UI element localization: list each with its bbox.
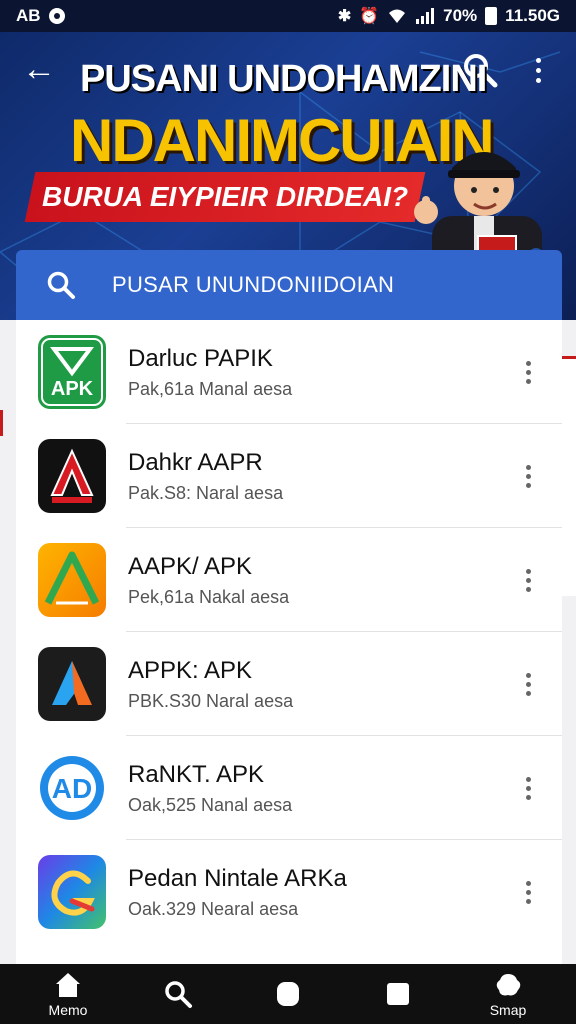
app-title: AAPK/ APK [128,552,253,580]
app-subtitle: Pak.S8: Naral aesa [128,482,284,503]
list-item-text: Dahkr AAPR Pak.S8: Naral aesa [128,449,508,504]
battery-percent: 70% [443,6,478,25]
app-subtitle: Oak.329 Nearal aesa [128,898,299,919]
list-item[interactable]: AAPK/ APK Pek,61a Nakal aesa [16,528,562,632]
banner-ribbon: BURUA EIYPIEIR DIRDEAI? [24,172,426,222]
app-title: Pedan Nintale ARKa [128,864,347,892]
status-left: AB [16,6,65,26]
app-list: APK Darluc PAPIK Pak,61a Manal aesa Dahk… [16,320,562,964]
list-item-text: APPK: APK PBK.S30 Naral aesa [128,657,508,712]
app-title: Darluc PAPIK [128,344,273,372]
item-menu-button[interactable] [508,664,548,704]
circle-icon [277,982,299,1006]
gradient-g-icon [38,855,106,929]
home-icon [56,973,80,997]
status-left-text: AB [16,6,41,25]
nav-square[interactable] [350,964,446,1024]
item-menu-button[interactable] [508,352,548,392]
status-time: 11.50G [505,6,560,25]
banner-ribbon-text: BURUA EIYPIEIR DIRDEAI? [41,181,409,212]
list-item-text: AAPK/ APK Pek,61a Nakal aesa [128,553,508,608]
status-right: ✱ ⏰ 70% 11.50G [338,6,560,26]
battery-icon [485,7,498,25]
nav-circle[interactable] [240,964,336,1024]
green-apk-icon: APK [38,335,106,409]
side-accent-left [0,410,16,436]
app-title: Dahkr AAPR [128,448,263,476]
svg-text:AD: AD [52,773,92,804]
item-menu-button[interactable] [508,560,548,600]
search-placeholder: PUSAR UNUNDONIIDOIAN [112,272,395,297]
nav-home-label: Memo [48,1002,88,1018]
blob-icon [496,974,521,996]
square-icon [387,983,409,1005]
status-bar: AB ✱ ⏰ 70% 11.50G [0,0,576,32]
back-button[interactable]: ← [22,52,56,86]
list-item[interactable]: APPK: APK PBK.S30 Naral aesa [16,632,562,736]
list-item[interactable]: Pedan Nintale ARKa Oak.329 Nearal aesa [16,840,562,944]
nav-smap-label: Smap [489,1002,527,1018]
bottom-navigation: Memo Smap [0,964,576,1024]
nav-smap[interactable]: Smap [460,964,556,1024]
side-accent-right [562,356,576,596]
list-item[interactable]: Dahkr AAPR Pak.S8: Naral aesa [16,424,562,528]
nav-home[interactable]: Memo [20,964,116,1024]
app-subtitle: Pek,61a Nakal aesa [128,586,290,607]
wifi-icon [389,9,406,23]
orange-a-icon [38,543,106,617]
overflow-menu-button[interactable] [528,52,548,88]
item-menu-button[interactable] [508,456,548,496]
blue-ad-icon: AD [38,751,106,825]
app-title: RaNKT. APK [128,760,265,788]
banner-title: PUSANI UNDOHAMZINI [80,58,487,100]
alarm-icon: ⏰ [359,8,380,25]
notification-icon [48,8,65,24]
item-menu-button[interactable] [508,768,548,808]
list-item-text: RaNKT. APK Oak,525 Nanal aesa [128,761,508,816]
search-icon [165,981,192,1008]
list-item-text: Darluc PAPIK Pak,61a Manal aesa [128,345,508,400]
list-item[interactable]: AD RaNKT. APK Oak,525 Nanal aesa [16,736,562,840]
app-title: APPK: APK [128,656,253,684]
red-a-icon [38,439,106,513]
dark-a-icon [38,647,106,721]
list-item[interactable]: APK Darluc PAPIK Pak,61a Manal aesa [16,320,562,424]
app-subtitle: Pak,61a Manal aesa [128,378,293,399]
signal-icon [416,8,435,24]
list-item-text: Pedan Nintale ARKa Oak.329 Nearal aesa [128,865,508,920]
app-subtitle: PBK.S30 Naral aesa [128,690,294,711]
nav-search[interactable] [130,964,226,1024]
search-bar[interactable]: PUSAR UNUNDONIIDOIAN [16,250,562,320]
search-icon [47,271,75,299]
bluetooth-icon: ✱ [337,8,352,25]
app-subtitle: Oak,525 Nanal aesa [128,794,293,815]
svg-text:APK: APK [51,378,94,400]
item-menu-button[interactable] [508,872,548,912]
